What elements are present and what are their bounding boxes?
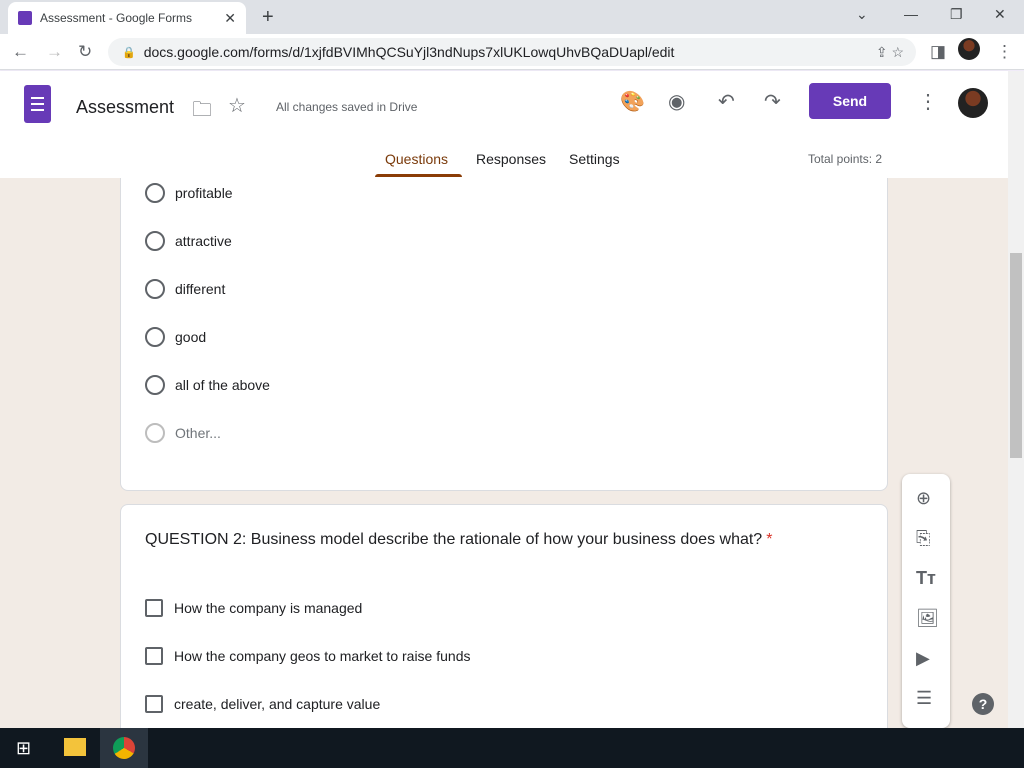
- profile-avatar[interactable]: [958, 38, 980, 60]
- radio-icon: [145, 231, 165, 251]
- add-image-icon[interactable]: 🖼: [916, 608, 939, 629]
- file-explorer-icon[interactable]: [64, 738, 86, 756]
- close-window-button[interactable]: ✕: [994, 6, 1006, 23]
- lock-icon: 🔒: [122, 46, 136, 59]
- chrome-menu-icon[interactable]: ⋮: [996, 42, 1013, 62]
- total-points: Total points: 2: [808, 152, 883, 166]
- add-question-icon[interactable]: ⊕: [916, 488, 931, 509]
- chrome-icon: [113, 737, 135, 759]
- save-status: All changes saved in Drive: [276, 100, 418, 114]
- radio-option[interactable]: profitable: [145, 183, 233, 203]
- active-tab-indicator: [375, 174, 462, 177]
- required-asterisk: *: [766, 531, 773, 548]
- star-icon[interactable]: ☆: [228, 93, 246, 118]
- forms-favicon-icon: [18, 11, 32, 25]
- browser-tab-bar: Assessment - Google Forms ✕ + ⌄ — ❐ ✕: [0, 0, 1024, 34]
- restore-button[interactable]: ❐: [950, 6, 963, 23]
- url-input[interactable]: 🔒 docs.google.com/forms/d/1xjfdBVIMhQCSuY…: [108, 38, 916, 66]
- close-tab-icon[interactable]: ✕: [224, 10, 236, 27]
- radio-icon: [145, 183, 165, 203]
- radio-icon: [145, 327, 165, 347]
- forward-icon[interactable]: →: [46, 42, 63, 62]
- radio-icon: [145, 279, 165, 299]
- send-button[interactable]: Send: [809, 83, 891, 119]
- new-tab-button[interactable]: +: [262, 6, 274, 29]
- checkbox-option[interactable]: create, deliver, and capture value: [145, 695, 380, 713]
- radio-option[interactable]: different: [145, 279, 225, 299]
- share-star-icons[interactable]: ⇪ ☆: [876, 44, 904, 61]
- radio-icon: [145, 423, 165, 443]
- address-bar-row: ← → ↻ 🔒 docs.google.com/forms/d/1xjfdBVIM…: [0, 34, 1024, 70]
- reload-icon[interactable]: ↻: [78, 42, 92, 62]
- radio-option-other[interactable]: Other...: [145, 423, 221, 443]
- minimize-button[interactable]: —: [904, 6, 918, 22]
- more-options-icon[interactable]: ⋮: [918, 89, 938, 114]
- tab-responses[interactable]: Responses: [476, 151, 546, 167]
- option-label: good: [175, 329, 207, 345]
- add-title-icon[interactable]: Tт: [916, 568, 936, 589]
- preview-eye-icon[interactable]: ◉: [668, 89, 685, 114]
- question-2-card[interactable]: QUESTION 2: Business model describe the …: [120, 504, 888, 728]
- form-header: Assessment 🗀 ☆ All changes saved in Driv…: [0, 71, 1008, 178]
- scrollbar[interactable]: [1008, 71, 1024, 728]
- option-label: all of the above: [175, 377, 270, 393]
- question-text: QUESTION 2: Business model describe the …: [145, 531, 763, 548]
- checkbox-option[interactable]: How the company is managed: [145, 599, 362, 617]
- option-label: How the company is managed: [174, 600, 363, 616]
- question-1-card[interactable]: profitable attractive different good all…: [120, 178, 888, 491]
- taskbar: ⊞: [0, 728, 1024, 768]
- folder-icon[interactable]: 🗀: [192, 95, 212, 129]
- option-label: How the company geos to market to raise …: [174, 648, 471, 664]
- windows-start-icon[interactable]: ⊞: [16, 738, 31, 759]
- tab-title: Assessment - Google Forms: [40, 11, 193, 25]
- browser-tab[interactable]: Assessment - Google Forms ✕: [8, 2, 246, 34]
- option-label: profitable: [175, 185, 233, 201]
- question-2-title: QUESTION 2: Business model describe the …: [145, 531, 772, 549]
- back-icon[interactable]: ←: [12, 42, 29, 62]
- help-icon[interactable]: ?: [972, 693, 994, 715]
- account-avatar[interactable]: [958, 88, 988, 118]
- tab-questions[interactable]: Questions: [385, 151, 448, 167]
- option-label: different: [175, 281, 226, 297]
- add-section-icon[interactable]: ☰: [916, 688, 932, 709]
- add-video-icon[interactable]: ▶: [916, 648, 930, 669]
- form-editor: profitable attractive different good all…: [0, 178, 1008, 728]
- import-questions-icon[interactable]: ⎘: [916, 528, 930, 549]
- floating-toolbar: ⊕ ⎘ Tт 🖼 ▶ ☰: [902, 474, 950, 728]
- option-label: attractive: [175, 233, 232, 249]
- checkbox-icon: [145, 599, 163, 617]
- checkbox-option[interactable]: How the company geos to market to raise …: [145, 647, 470, 665]
- google-forms-logo-icon[interactable]: [24, 85, 51, 123]
- option-label: Other...: [175, 425, 221, 441]
- palette-icon[interactable]: 🎨: [620, 89, 645, 114]
- form-title[interactable]: Assessment: [76, 97, 174, 118]
- scrollbar-thumb[interactable]: [1010, 253, 1022, 458]
- option-label: create, deliver, and capture value: [174, 696, 381, 712]
- redo-icon[interactable]: ↷: [764, 89, 781, 114]
- undo-icon[interactable]: ↶: [718, 89, 735, 114]
- tab-settings[interactable]: Settings: [569, 151, 620, 167]
- checkbox-icon: [145, 647, 163, 665]
- radio-icon: [145, 375, 165, 395]
- side-panel-icon[interactable]: ◨: [930, 42, 946, 62]
- radio-option[interactable]: all of the above: [145, 375, 270, 395]
- url-text: docs.google.com/forms/d/1xjfdBVIMhQCSuYj…: [143, 44, 675, 60]
- chrome-taskbar-button[interactable]: [100, 728, 148, 768]
- tab-search-icon[interactable]: ⌄: [856, 6, 868, 23]
- radio-option[interactable]: good: [145, 327, 206, 347]
- radio-option[interactable]: attractive: [145, 231, 232, 251]
- checkbox-icon: [145, 695, 163, 713]
